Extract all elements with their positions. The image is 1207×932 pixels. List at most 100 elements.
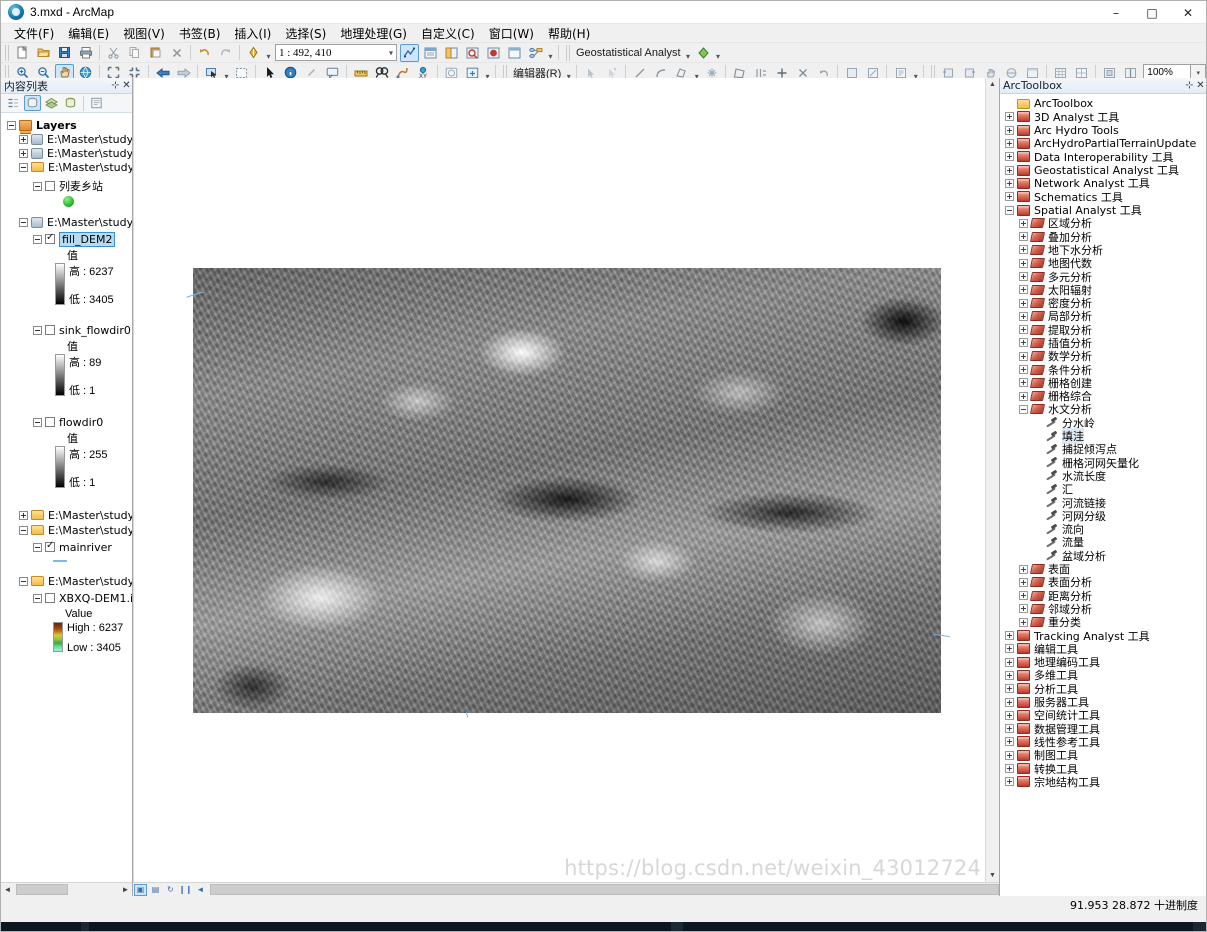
expander-icon[interactable] (1005, 697, 1014, 707)
expander-icon[interactable] (19, 217, 28, 227)
toc-close-icon[interactable]: ✕ (121, 80, 132, 91)
copy-icon[interactable] (125, 44, 144, 62)
expander-icon[interactable] (1005, 631, 1014, 641)
menu-customize[interactable]: 自定义(C) (414, 24, 482, 43)
toolbox-item-18[interactable]: 数学分析 (1000, 350, 1206, 363)
chevron-down-icon[interactable]: ▾ (389, 48, 393, 57)
menu-view[interactable]: 视图(V) (116, 24, 172, 43)
toolbox-item-21[interactable]: 栅格综合 (1000, 390, 1206, 403)
arcgis-online-icon[interactable] (484, 44, 503, 62)
list-by-drawing-order-icon[interactable] (5, 95, 22, 111)
toolbox-item-34[interactable]: 表面 (1000, 562, 1206, 576)
expander-icon[interactable] (1005, 139, 1014, 149)
expander-icon[interactable] (1005, 684, 1014, 694)
toolbox-item-44[interactable]: 服务器工具 (1000, 695, 1206, 709)
arctoolbox-tree[interactable]: ArcToolbox 3D Analyst 工具 Arc Hydro Tools Ar… (1000, 94, 1206, 896)
toolbox-item-16[interactable]: 提取分析 (1000, 323, 1206, 337)
toc-layer-liemaixiangzhan[interactable]: 列麦乡站 (1, 179, 132, 193)
expander-icon[interactable] (1019, 338, 1028, 348)
expander-icon[interactable] (1005, 178, 1014, 188)
expander-icon[interactable] (19, 510, 28, 520)
toolbox-item-8[interactable]: 区域分析 (1000, 217, 1206, 230)
expander-icon[interactable] (1005, 165, 1014, 175)
toolbox-item-14[interactable]: 密度分析 (1000, 296, 1206, 310)
expander-icon[interactable] (1005, 710, 1014, 720)
menu-file[interactable]: 文件(F) (7, 24, 61, 43)
toolbox-item-39[interactable]: Tracking Analyst 工具 (1000, 629, 1206, 643)
layer-checkbox[interactable] (45, 417, 55, 427)
expander-icon[interactable] (33, 234, 42, 244)
python-window-icon[interactable] (505, 44, 524, 62)
delete-icon[interactable] (167, 44, 186, 62)
toolbox-item-42[interactable]: 多维工具 (1000, 669, 1206, 682)
expander-icon[interactable] (1005, 777, 1014, 787)
toolbar-overflow[interactable]: ▾ (546, 44, 555, 62)
geostat-overflow[interactable]: ▾ (714, 44, 723, 62)
toolbox-item-19[interactable]: 条件分析 (1000, 363, 1206, 377)
map-scroll-track[interactable] (985, 91, 1000, 869)
toolbox-item-13[interactable]: 太阳辐射 (1000, 283, 1206, 297)
toolbox-item-15[interactable]: 局部分析 (1000, 310, 1206, 323)
toolbox-item-50[interactable]: 宗地结构工具 (1000, 775, 1206, 789)
expander-icon[interactable] (19, 525, 28, 535)
toolbox-item-33[interactable]: 盆域分析 (1000, 549, 1206, 563)
toc-item-4[interactable]: E:\Master\study\GIS\$ (1, 215, 132, 229)
toolbox-item-1[interactable]: Arc Hydro Tools (1000, 124, 1206, 137)
expander-icon[interactable] (1005, 670, 1014, 680)
scroll-right-icon[interactable]: ► (119, 885, 132, 894)
table-of-contents-icon[interactable] (421, 44, 440, 62)
toolbox-item-0[interactable]: 3D Analyst 工具 (1000, 110, 1206, 124)
expander-icon[interactable] (1019, 325, 1028, 335)
toc-pin-icon[interactable]: ⊹ (110, 80, 121, 91)
toolbox-item-30[interactable]: 河网分级 (1000, 509, 1206, 523)
toc-item-11[interactable]: E:\Master\study\GIS\$ (1, 574, 132, 588)
toolbox-item-43[interactable]: 分析工具 (1000, 682, 1206, 696)
data-view-icon[interactable]: ▣ (134, 883, 147, 896)
expander-icon[interactable] (1005, 152, 1014, 162)
toc-item-9[interactable]: E:\Master\study\GIS\$ (1, 523, 132, 537)
expander-icon[interactable] (1019, 577, 1028, 587)
expander-icon[interactable] (1019, 604, 1028, 614)
toc-layer-xbxq-dem1[interactable]: XBXQ-DEM1.img (1, 591, 132, 605)
list-by-selection-icon[interactable] (62, 95, 79, 111)
toolbox-item-35[interactable]: 表面分析 (1000, 576, 1206, 589)
search-window-icon[interactable] (463, 44, 482, 62)
map-vertical-scrollbar[interactable]: ▲ ▼ (985, 78, 1000, 882)
toolbar-grip[interactable] (3, 44, 10, 61)
toolbox-item-45[interactable]: 空间统计工具 (1000, 709, 1206, 722)
menu-windows[interactable]: 窗口(W) (482, 24, 541, 43)
list-by-visibility-icon[interactable] (43, 95, 60, 111)
add-data-dropdown[interactable]: ▾ (264, 44, 273, 62)
close-button[interactable]: ✕ (1170, 1, 1206, 24)
expander-icon[interactable] (1005, 737, 1014, 747)
map-hscroll-left-icon[interactable]: ◄ (194, 884, 207, 896)
expander-icon[interactable] (1005, 192, 1014, 202)
toolbox-item-23[interactable]: 分水岭 (1000, 416, 1206, 430)
expander-icon[interactable] (1019, 365, 1028, 375)
expander-icon[interactable] (19, 134, 28, 144)
toc-options-icon[interactable] (88, 95, 105, 111)
maximize-button[interactable]: □ (1134, 1, 1170, 24)
expander-icon[interactable] (1019, 272, 1028, 281)
expander-icon[interactable] (19, 576, 28, 586)
layer-checkbox[interactable] (45, 325, 55, 335)
expander-icon[interactable] (1005, 112, 1014, 122)
menu-bookmarks[interactable]: 书签(B) (172, 24, 228, 43)
expander-icon[interactable] (1019, 245, 1028, 255)
toc-layer-mainriver[interactable]: mainriver (1, 540, 132, 554)
taskbar-item-1[interactable] (1, 922, 81, 931)
expander-icon[interactable] (33, 542, 42, 552)
toc-item-2[interactable]: E:\Master\study\GIS\$ (1, 160, 132, 174)
toolbox-item-46[interactable]: 数据管理工具 (1000, 722, 1206, 736)
layer-checkbox[interactable] (45, 232, 55, 244)
model-builder-icon[interactable] (526, 44, 545, 62)
toc-item-1[interactable]: E:\Master\study\GIS\3 (1, 146, 132, 160)
pause-drawing-icon[interactable]: ❙❙ (179, 884, 192, 896)
toc-layer-fill-dem2[interactable]: fill_DEM2 (1, 231, 132, 247)
taskbar-item-3[interactable] (683, 922, 1193, 931)
geostat-wizard-icon[interactable] (694, 44, 713, 62)
toc-layer-sink-flowdir0[interactable]: sink_flowdir0 (1, 323, 132, 337)
expander-icon[interactable] (1019, 391, 1028, 401)
expander-icon[interactable] (1019, 311, 1028, 321)
toc-layer-flowdir0[interactable]: flowdir0 (1, 415, 132, 429)
